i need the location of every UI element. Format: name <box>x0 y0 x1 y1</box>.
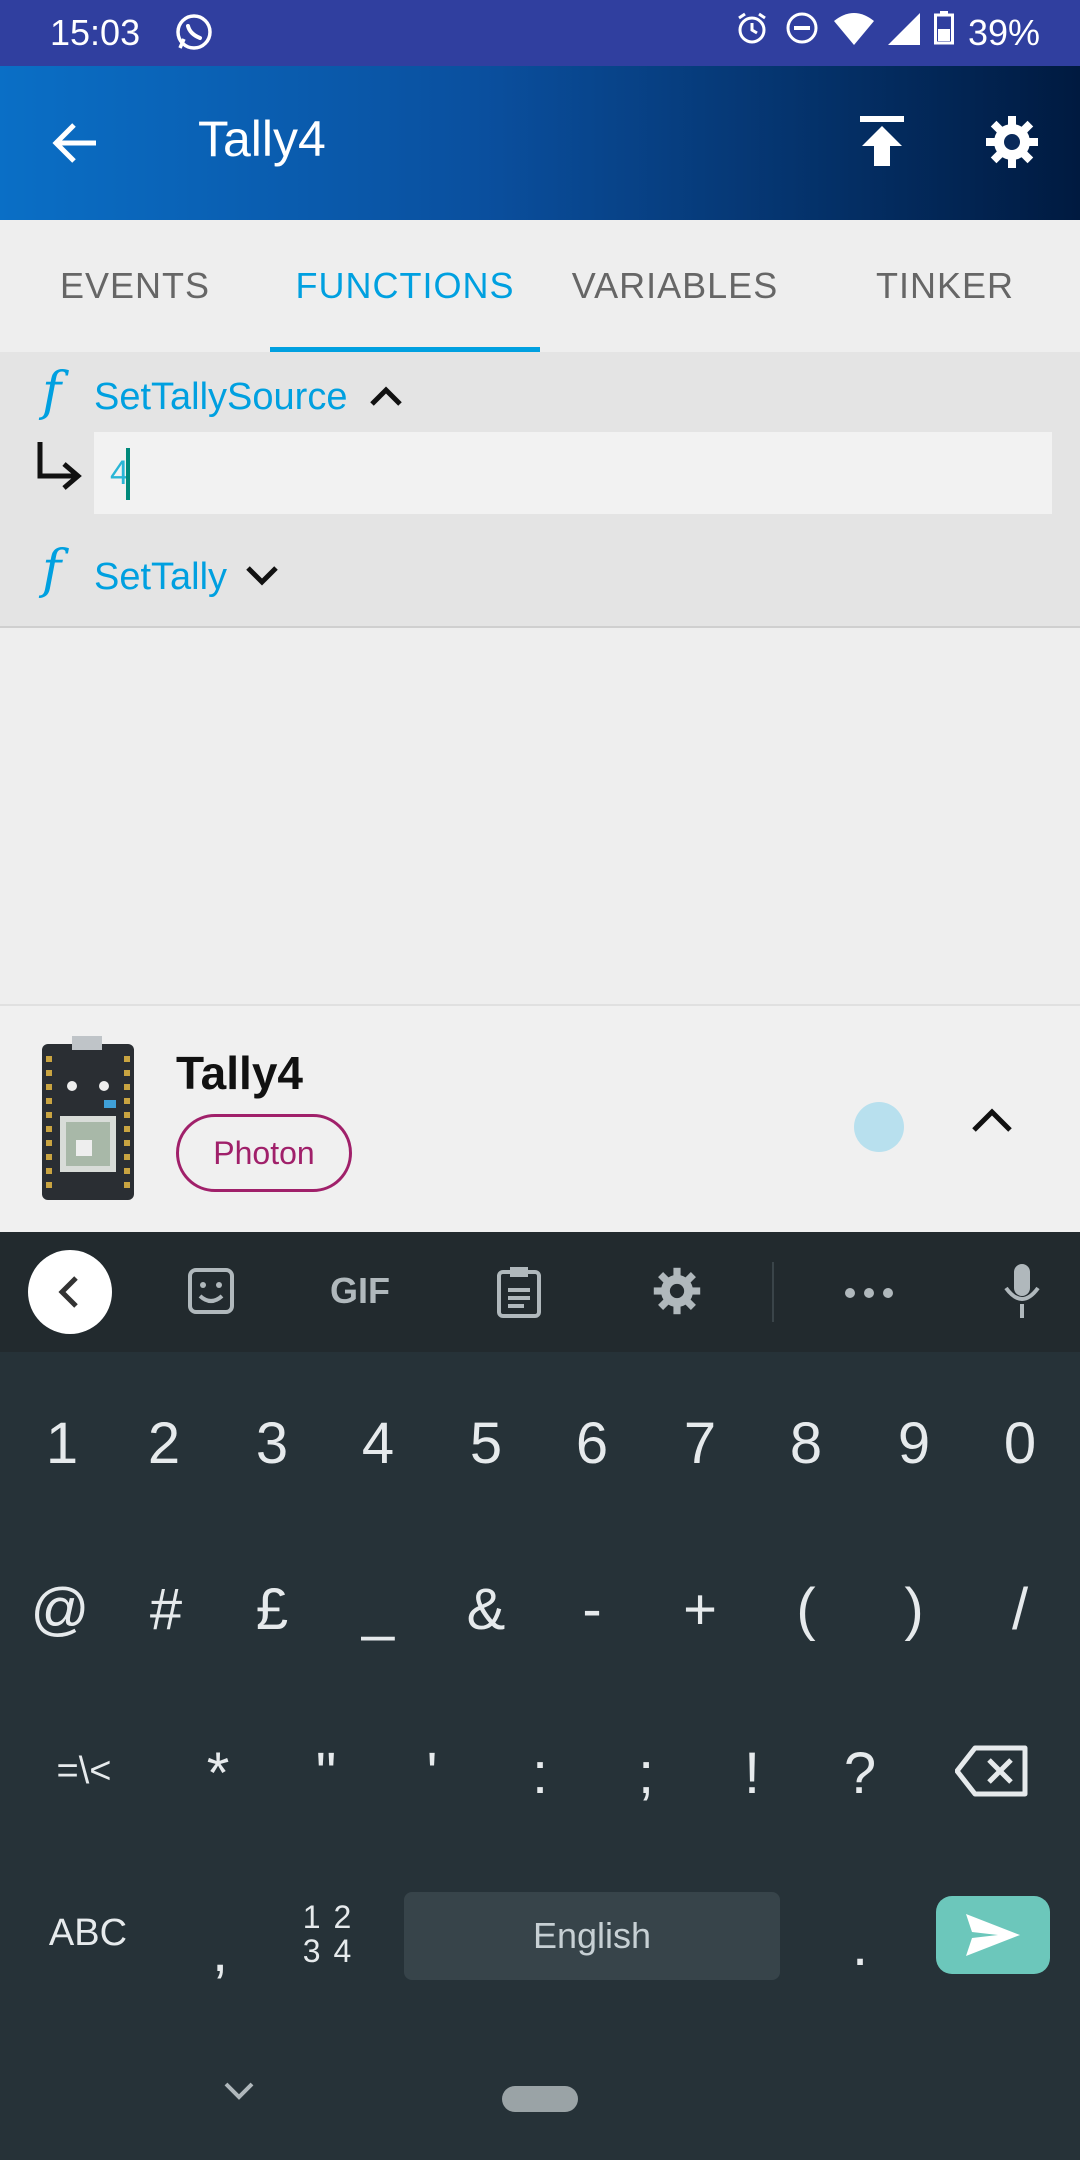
home-gesture-pill[interactable] <box>502 2086 578 2112</box>
key[interactable]: 8 <box>752 1410 860 1477</box>
app-bar: Tally4 <box>0 66 1080 220</box>
tab-tinker[interactable]: TINKER <box>810 220 1080 352</box>
tab-variables[interactable]: VARIABLES <box>540 220 810 352</box>
key[interactable]: & <box>432 1576 540 1643</box>
key[interactable]: 0 <box>966 1410 1074 1477</box>
gif-button[interactable]: GIF <box>330 1270 390 1312</box>
battery-percent: 39% <box>967 11 1040 53</box>
abc-key[interactable]: ABC <box>34 1912 142 1955</box>
alarm-icon <box>734 10 770 55</box>
tab-bar: EVENTS FUNCTIONS VARIABLES TINKER <box>0 220 1080 353</box>
text-caret <box>126 448 130 500</box>
send-button[interactable] <box>936 1896 1050 1974</box>
key[interactable]: # <box>112 1576 220 1643</box>
device-panel[interactable]: Tally4 Photon <box>0 1004 1080 1234</box>
key[interactable]: ) <box>860 1576 968 1643</box>
key[interactable]: : <box>486 1740 594 1807</box>
numpad-key-top: 1 2 <box>302 1899 354 1935</box>
key[interactable]: 1 <box>8 1410 116 1477</box>
device-name: Tally4 <box>176 1047 303 1099</box>
whatsapp-icon <box>174 12 214 57</box>
photon-board-image <box>42 1036 134 1207</box>
period-key[interactable]: . <box>806 1912 914 1979</box>
keyboard-toolbar: GIF <box>0 1232 1080 1352</box>
keyboard-hide-chevron-icon[interactable] <box>222 2080 256 2107</box>
key[interactable]: ( <box>752 1576 860 1643</box>
device-type-badge: Photon <box>176 1114 352 1192</box>
more-symbols-key[interactable]: =\< <box>30 1750 138 1793</box>
key[interactable]: ! <box>698 1740 806 1807</box>
function-icon: f <box>42 362 62 422</box>
dnd-icon <box>784 10 820 55</box>
tab-events[interactable]: EVENTS <box>0 220 270 352</box>
microphone-icon[interactable] <box>1002 1262 1042 1325</box>
wifi-icon <box>833 11 874 54</box>
keyboard-settings-icon[interactable] <box>652 1266 702 1321</box>
key[interactable]: _ <box>324 1576 432 1643</box>
function-item-settally[interactable]: f SetTally <box>0 530 1080 628</box>
key[interactable]: ' <box>378 1740 486 1807</box>
more-options-icon[interactable] <box>844 1286 894 1304</box>
signal-icon <box>887 12 920 54</box>
key[interactable]: + <box>646 1576 754 1643</box>
argument-return-arrow-icon <box>34 440 84 495</box>
key[interactable]: 2 <box>110 1410 218 1477</box>
chevron-up-icon[interactable] <box>366 380 406 415</box>
key[interactable]: - <box>538 1576 646 1643</box>
back-arrow-icon[interactable] <box>48 116 102 175</box>
key[interactable]: 7 <box>646 1410 754 1477</box>
function-icon: f <box>42 540 62 600</box>
flash-upload-icon[interactable] <box>856 114 908 173</box>
settings-gear-icon[interactable] <box>984 114 1040 175</box>
key[interactable]: 6 <box>538 1410 646 1477</box>
tab-functions[interactable]: FUNCTIONS <box>270 220 540 352</box>
status-bar: 15:03 39% <box>0 0 1080 66</box>
comma-key[interactable]: , <box>166 1918 274 1985</box>
chevron-down-icon[interactable] <box>242 562 282 597</box>
device-title: Tally4 <box>198 111 326 167</box>
keyboard-collapse-button[interactable] <box>28 1250 112 1334</box>
send-icon <box>966 1914 1020 1956</box>
key[interactable]: 3 <box>218 1410 326 1477</box>
key[interactable]: 9 <box>860 1410 968 1477</box>
function-name[interactable]: SetTally <box>94 556 227 599</box>
key[interactable]: ? <box>806 1740 914 1807</box>
key[interactable]: 4 <box>324 1410 432 1477</box>
numpad-key-bottom: 3 4 <box>302 1933 354 1969</box>
chevron-up-icon[interactable] <box>968 1102 1016 1143</box>
key[interactable]: " <box>272 1740 380 1807</box>
function-name[interactable]: SetTallySource <box>94 376 347 419</box>
clipboard-icon[interactable] <box>496 1266 542 1323</box>
space-bar[interactable]: English <box>404 1892 780 1980</box>
battery-icon <box>933 11 954 54</box>
function-item-settallysource[interactable]: f SetTallySource <box>0 352 1080 532</box>
key[interactable]: £ <box>218 1576 326 1643</box>
key[interactable]: 5 <box>432 1410 540 1477</box>
numpad-key[interactable]: 1 2 3 4 <box>274 1900 382 1968</box>
backspace-icon[interactable] <box>938 1744 1046 1812</box>
function-argument-input[interactable] <box>94 432 1052 514</box>
device-status-dot <box>854 1102 904 1152</box>
toolbar-divider <box>772 1262 774 1322</box>
status-time: 15:03 <box>50 12 141 53</box>
key[interactable]: @ <box>6 1576 114 1643</box>
key[interactable]: / <box>966 1576 1074 1643</box>
keyboard: 1 2 3 4 5 6 7 8 9 0 @ # £ _ & - + ( ) / … <box>0 1352 1080 2160</box>
key[interactable]: * <box>164 1740 272 1807</box>
sticker-icon[interactable] <box>186 1266 236 1321</box>
key[interactable]: ; <box>592 1740 700 1807</box>
